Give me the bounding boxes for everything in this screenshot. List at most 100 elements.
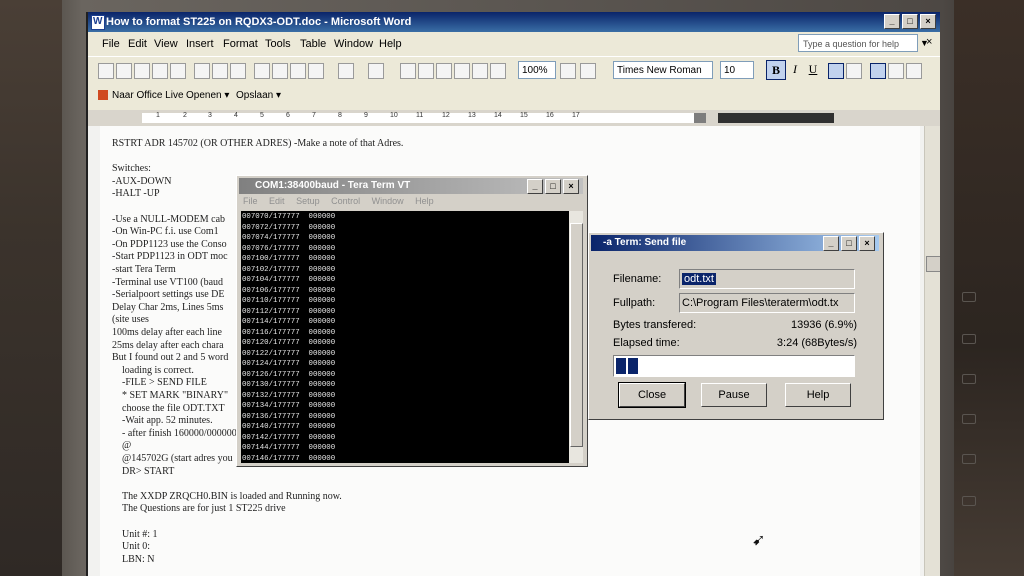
cut-icon[interactable] <box>254 63 270 79</box>
tt-menu-window[interactable]: Window <box>372 196 404 206</box>
document-line: - after finish 160000/000000 <box>122 427 237 439</box>
bullets-icon[interactable] <box>888 63 904 79</box>
help-icon[interactable] <box>580 63 596 79</box>
monitor-button <box>962 496 976 506</box>
insert-table-icon[interactable] <box>436 63 452 79</box>
menu-insert[interactable]: Insert <box>186 38 214 50</box>
zoom-dropdown-icon[interactable] <box>560 63 576 79</box>
close-button[interactable]: × <box>859 236 875 251</box>
filename-value: odt.txt <box>682 273 716 285</box>
tt-menu-file[interactable]: File <box>243 196 258 206</box>
scrollbar-thumb[interactable] <box>926 256 940 272</box>
tt-menu-edit[interactable]: Edit <box>269 196 285 206</box>
tt-menu-control[interactable]: Control <box>331 196 360 206</box>
align-left-icon[interactable] <box>828 63 844 79</box>
transfer-progress-fill <box>616 358 639 374</box>
zoom-select[interactable]: 100% <box>518 61 556 79</box>
word-title-bar[interactable]: How to format ST225 on RQDX3-ODT.doc - M… <box>88 12 940 32</box>
send-file-title-bar[interactable]: -a Term: Send file _ □ × <box>591 235 879 251</box>
columns-icon[interactable] <box>472 63 488 79</box>
send-file-title: -a Term: Send file <box>603 237 687 248</box>
document-line: @145702G (start adres you <box>122 453 233 464</box>
maximize-button[interactable]: □ <box>545 179 561 194</box>
document-line: RSTRT ADR 145702 (OR OTHER ADRES) -Make … <box>112 138 404 149</box>
fullpath-label: Fullpath: <box>613 297 656 309</box>
font-select[interactable]: Times New Roman <box>613 61 713 79</box>
print-icon[interactable] <box>194 63 210 79</box>
open-icon[interactable] <box>116 63 132 79</box>
teraterm-title: COM1:38400baud - Tera Term VT <box>255 180 411 191</box>
terminal-scrollbar[interactable] <box>569 211 583 463</box>
ruler-margin <box>694 113 706 123</box>
maximize-button[interactable]: □ <box>841 236 857 251</box>
align-center-icon[interactable] <box>846 63 862 79</box>
paste-icon[interactable] <box>290 63 306 79</box>
menu-view[interactable]: View <box>154 38 178 50</box>
spelling-icon[interactable] <box>230 63 246 79</box>
close-transfer-button[interactable]: Close <box>618 382 686 408</box>
italic-button[interactable]: I <box>786 60 804 78</box>
help-search-input[interactable]: Type a question for help <box>798 34 918 52</box>
numbering-icon[interactable] <box>870 63 886 79</box>
ruler-number: 17 <box>572 112 580 119</box>
menu-tools[interactable]: Tools <box>265 38 291 50</box>
open-menu-button[interactable]: Openen ▾ <box>186 90 229 101</box>
terminal-line: 007146/177777 000000 <box>242 454 336 463</box>
undo-icon[interactable] <box>338 63 354 79</box>
tt-menu-help[interactable]: Help <box>415 196 434 206</box>
teraterm-title-bar[interactable]: COM1:38400baud - Tera Term VT _ □ × <box>239 178 583 194</box>
permission-icon[interactable] <box>152 63 168 79</box>
minimize-button[interactable]: _ <box>823 236 839 251</box>
drawing-icon[interactable] <box>490 63 506 79</box>
maximize-button[interactable]: □ <box>902 14 918 29</box>
font-size-select[interactable]: 10 <box>720 61 754 79</box>
pause-button[interactable]: Pause <box>701 383 767 407</box>
redo-icon[interactable] <box>368 63 384 79</box>
close-button[interactable]: × <box>920 14 936 29</box>
doc-close-icon[interactable]: × <box>926 36 932 48</box>
format-painter-icon[interactable] <box>308 63 324 79</box>
terminal-screen[interactable]: 007070/177777 000000 007072/177777 000000… <box>241 211 569 463</box>
menu-window[interactable]: Window <box>334 38 373 50</box>
print-preview-icon[interactable] <box>170 63 186 79</box>
terminal-line: 007106/177777 000000 <box>242 286 336 295</box>
new-icon[interactable] <box>98 63 114 79</box>
hyperlink-icon[interactable] <box>400 63 416 79</box>
terminal-scrollbar-thumb[interactable] <box>570 223 583 447</box>
vertical-scrollbar[interactable] <box>924 126 940 576</box>
document-line: Switches: <box>112 163 151 175</box>
terminal-line: 007124/177777 000000 <box>242 360 336 368</box>
tt-menu-setup[interactable]: Setup <box>296 196 320 206</box>
document-line: 25ms delay after each chara <box>112 339 224 351</box>
teraterm-menu: File Edit Setup Control Window Help <box>243 196 443 206</box>
save-icon[interactable] <box>134 63 150 79</box>
ruler-number: 9 <box>364 112 368 119</box>
help-button[interactable]: Help <box>785 383 851 407</box>
insert-excel-icon[interactable] <box>454 63 470 79</box>
ruler[interactable]: 1 2 3 4 5 6 7 8 9 10 11 12 13 14 15 16 1… <box>88 110 940 126</box>
minimize-button[interactable]: _ <box>527 179 543 194</box>
office-live-button[interactable]: Naar Office Live <box>112 90 184 101</box>
print-preview2-icon[interactable] <box>212 63 228 79</box>
elapsed-value: 3:24 (68Bytes/s) <box>776 337 857 349</box>
document-line: -Start PDP1123 in ODT moc <box>112 251 228 263</box>
underline-button[interactable]: U <box>804 60 822 78</box>
menu-help[interactable]: Help <box>379 38 402 50</box>
save-menu-button[interactable]: Opslaan ▾ <box>236 90 281 101</box>
menu-format[interactable]: Format <box>223 38 258 50</box>
copy-icon[interactable] <box>272 63 288 79</box>
tables-borders-icon[interactable] <box>418 63 434 79</box>
ruler-number: 14 <box>494 112 502 119</box>
close-button[interactable]: × <box>563 179 579 194</box>
menu-table[interactable]: Table <box>300 38 326 50</box>
ruler-number: 13 <box>468 112 476 119</box>
terminal-line: 007100/177777 000000 <box>242 255 336 263</box>
document-line: -HALT -UP <box>112 188 160 200</box>
menu-edit[interactable]: Edit <box>128 38 147 50</box>
minimize-button[interactable]: _ <box>884 14 900 29</box>
terminal-line: 007122/177777 000000 <box>242 349 336 358</box>
menu-file[interactable]: File <box>102 38 120 50</box>
indent-icon[interactable] <box>906 63 922 79</box>
bold-button[interactable]: B <box>766 60 786 80</box>
monitor-button <box>962 334 976 344</box>
